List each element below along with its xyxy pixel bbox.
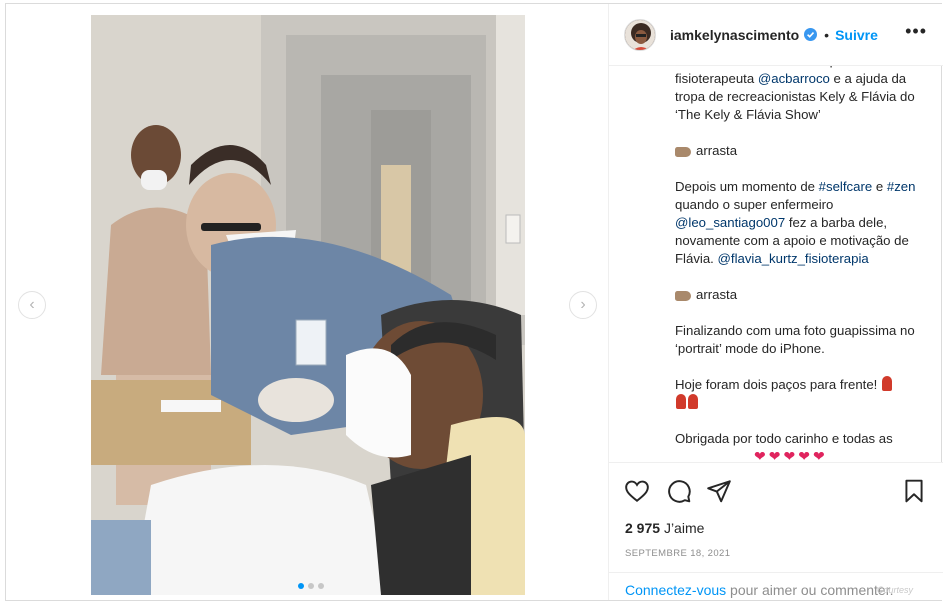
caption-text: arrasta	[696, 143, 738, 158]
comment-bubble-icon[interactable]	[666, 478, 692, 504]
header-separator: •	[824, 26, 830, 43]
red-heart-icon: ❤	[768, 448, 781, 464]
red-heart-icon: ❤	[812, 448, 825, 464]
heart-outline-icon[interactable]	[624, 478, 650, 504]
bookmark-icon[interactable]	[901, 478, 927, 504]
mention-link[interactable]: @leo_santiago007	[675, 215, 785, 230]
red-heart-icon: ❤	[798, 448, 810, 464]
avatar-image	[625, 19, 655, 50]
caption-paragraph: Hoje foram dois paços para frente!	[675, 376, 925, 412]
dancer-emoji-icon	[882, 376, 892, 391]
chevron-right-icon[interactable]: ›	[569, 291, 597, 319]
hashtag-link[interactable]: #zen	[887, 179, 916, 194]
verified-badge-icon	[804, 28, 818, 41]
carousel-indicator	[298, 583, 324, 589]
photo-illustration	[91, 15, 525, 595]
pointing-hand-icon	[675, 290, 691, 301]
login-link[interactable]: Connectez-vous	[625, 582, 726, 598]
login-prompt-bar: Connectez-vous pour aimer ou commenter. …	[609, 572, 943, 601]
caption-text: Depois um momento de	[675, 179, 819, 194]
more-options-icon[interactable]: •••	[905, 22, 927, 40]
post-header: iamkelynascimento • Suivre •••	[609, 4, 943, 66]
caption-text: Finalizando com uma foto guapissima no ‘…	[675, 323, 915, 356]
caption-text: Hoje foram dois paços para frente!	[675, 377, 878, 392]
caption-paragraph: Obrigada por todo carinho e todas as	[675, 430, 925, 448]
carousel-dot	[308, 583, 314, 589]
login-prompt: Connectez-vous pour aimer ou commenter.	[625, 582, 893, 598]
red-heart-icon: ❤	[783, 448, 796, 464]
likes-count[interactable]: 2 975 J’aime	[625, 520, 704, 536]
post-actions-section: 2 975 J’aime SEPTEMBRE 18, 2021 Connecte…	[609, 462, 943, 600]
caption-paragraph: Finalizando com uma foto guapissima no ‘…	[675, 322, 925, 358]
caption-text: Obrigada por todo carinho e todas as	[675, 431, 893, 446]
likes-number: 2 975	[625, 520, 661, 536]
chevron-left-icon[interactable]: ‹	[18, 291, 46, 319]
avatar[interactable]	[624, 18, 656, 51]
caption-text: e	[872, 179, 887, 194]
pointing-hand-icon	[675, 146, 691, 157]
mention-link[interactable]: @acbarroco	[758, 71, 830, 86]
dancer-emoji-icon	[676, 394, 686, 409]
caption-text: arrasta	[696, 287, 738, 302]
post-side-panel: iamkelynascimento • Suivre ••• Primeiro …	[608, 4, 943, 600]
carousel-dot	[298, 583, 304, 589]
likes-label: J’aime	[663, 520, 705, 536]
courtesy-watermark: Courtesy	[876, 585, 913, 595]
dancer-emoji-icon	[688, 394, 698, 409]
red-heart-icon: ❤	[754, 448, 766, 464]
caption-scroll-area[interactable]: Primeiro fez fisio com o super fisiotera…	[609, 52, 943, 462]
post-caption: Primeiro fez fisio com o super fisiotera…	[675, 52, 925, 462]
follow-button[interactable]: Suivre	[835, 27, 878, 43]
caption-text: quando o super enfermeiro	[675, 197, 834, 212]
mention-link[interactable]: @flavia_kurtz_fisioterapia	[718, 251, 869, 266]
caption-paragraph: arrasta	[675, 142, 925, 160]
login-prompt-text: pour aimer ou commenter.	[726, 582, 894, 598]
carousel-dot	[318, 583, 324, 589]
caption-paragraph: Depois um momento de #selfcare e #zen qu…	[675, 178, 925, 268]
paper-plane-icon[interactable]	[706, 478, 732, 504]
post-modal: ‹ › iamkelynascimento • Suivre ••• fisio…	[5, 3, 943, 601]
username-link[interactable]: iamkelynascimento	[670, 27, 799, 43]
media-area: ‹ ›	[6, 4, 608, 600]
hashtag-link[interactable]: #selfcare	[819, 179, 873, 194]
post-photo[interactable]	[91, 15, 525, 595]
hearts-emoji-row: ❤ ❤ ❤ ❤ ❤	[754, 449, 825, 463]
caption-paragraph: arrasta	[675, 286, 925, 304]
post-date[interactable]: SEPTEMBRE 18, 2021	[625, 548, 730, 559]
